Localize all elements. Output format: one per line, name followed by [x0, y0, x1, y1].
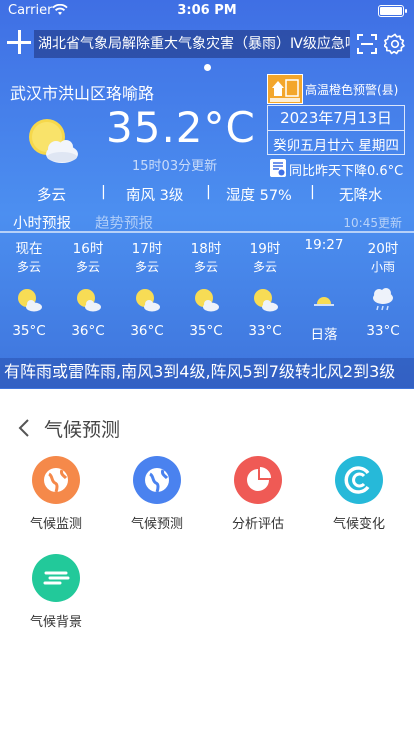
compare-yesterday: 同比昨天下降0.6°C [289, 164, 404, 179]
summary-wind: 南风 3级 [126, 188, 184, 204]
lunar-date: 癸卯五月廿六 星期四 [273, 138, 399, 154]
tab-trend[interactable]: 趋势预报 [95, 212, 153, 233]
hourly-temp: 35°C [189, 323, 223, 339]
hourly-time: 19时 [249, 241, 281, 257]
hourly-temp: 日落 [310, 327, 338, 343]
back-chevron-icon[interactable] [16, 419, 32, 437]
hourly-weather: 多云 [134, 260, 159, 274]
gear-icon[interactable] [384, 33, 406, 55]
weather-summary: 多云 | 南风 3级 | 湿度 57% | 无降水 [0, 184, 414, 204]
add-city-button[interactable] [7, 30, 33, 56]
hourly-weather: 多云 [16, 260, 41, 274]
date-box: 2023年7月13日 癸卯五月廿六 星期四 [267, 105, 405, 155]
panel-title: 气候预测 [44, 419, 121, 441]
hourly-item: 17时多云 36°C [119, 237, 175, 339]
solar-date: 2023年7月13日 [280, 109, 392, 127]
item-label: 气候监测 [29, 517, 82, 532]
divider: | [310, 184, 315, 200]
hourly-time: 17时 [131, 241, 163, 257]
climate-monitor-button[interactable]: 气候监测 [16, 456, 96, 532]
compare-doc-icon [270, 159, 286, 177]
forecast-update-time: 10:45更新 [343, 216, 402, 230]
current-temperature: 35.2°C [106, 103, 256, 152]
hourly-temp: 36°C [71, 323, 105, 339]
analysis-button[interactable]: 分析评估 [218, 456, 298, 532]
divider: | [206, 184, 211, 200]
hourly-weather: 多云 [252, 260, 277, 274]
sunset-icon [296, 285, 352, 323]
hourly-item: 20时小雨 33°C [355, 237, 411, 339]
forecast-ticker: 有阵雨或雷阵雨,南风3到4级,阵风5到7级转北风2到3级 [0, 358, 414, 388]
partly-cloudy-icon [119, 285, 175, 323]
hourly-weather: 多云 [75, 260, 100, 274]
summary-rain: 无降水 [339, 188, 383, 204]
hourly-temp: 33°C [248, 323, 282, 339]
partly-cloudy-sun-icon [29, 119, 78, 163]
hourly-item: 16时多云 36°C [60, 237, 116, 339]
summary-humidity: 湿度 57% [226, 188, 292, 204]
hourly-time: 20时 [367, 241, 399, 257]
summary-weather: 多云 [37, 188, 66, 204]
globe-icon [133, 456, 181, 504]
partly-cloudy-icon [237, 285, 293, 323]
item-label: 气候预测 [130, 517, 183, 532]
climate-change-button[interactable]: 气候变化 [319, 456, 399, 532]
hourly-temp: 36°C [130, 323, 164, 339]
hourly-temp: 35°C [12, 323, 46, 339]
tab-hourly[interactable]: 小时预报 [13, 212, 71, 233]
hourly-item: 现在多云 35°C [1, 237, 57, 339]
hourly-item: 19时多云 33°C [237, 237, 293, 339]
partly-cloudy-icon [60, 285, 116, 323]
divider [268, 130, 404, 131]
warning-text[interactable]: 高温橙色预警(县) [305, 81, 398, 98]
status-bar: Carrier 3:06 PM [0, 0, 414, 22]
hourly-time: 16时 [72, 241, 104, 257]
update-time: 15时03分更新 [132, 159, 218, 174]
item-label: 气候背景 [29, 615, 82, 630]
hourly-weather [296, 257, 352, 285]
hourly-weather: 多云 [193, 260, 218, 274]
tab-underline [0, 231, 414, 233]
partly-cloudy-icon [1, 285, 57, 323]
light-rain-icon [355, 285, 411, 323]
divider: | [101, 184, 106, 200]
alert-banner[interactable]: 湖北省气象局解除重大气象灾害（暴雨）Ⅳ级应急响应 [34, 30, 350, 58]
hourly-time: 18时 [190, 241, 222, 257]
wind-lines-icon [32, 554, 80, 602]
location-name[interactable]: 武汉市洪山区珞喻路 [10, 80, 154, 104]
hourly-weather: 小雨 [370, 260, 395, 274]
partly-cloudy-icon [178, 285, 234, 323]
item-label: 分析评估 [231, 517, 284, 532]
item-label: 气候变化 [332, 517, 385, 532]
battery-icon [378, 5, 407, 17]
hourly-item: 18时多云 35°C [178, 237, 234, 339]
hourly-time: 19:27 [304, 237, 344, 253]
pie-chart-icon [234, 456, 282, 504]
heat-warning-icon[interactable] [267, 74, 303, 104]
hourly-time: 现在 [15, 241, 43, 257]
climate-background-button[interactable]: 气候背景 [16, 554, 96, 630]
climate-forecast-button[interactable]: 气候预测 [117, 456, 197, 532]
scan-icon[interactable] [356, 33, 378, 55]
page-indicator-dot [204, 64, 211, 71]
globe-icon [32, 456, 80, 504]
climate-change-icon [335, 456, 383, 504]
hourly-temp: 33°C [366, 323, 400, 339]
hourly-item: 19:27 日落 [296, 237, 352, 343]
weather-header: Carrier 3:06 PM 湖北省气象局解除重大气象灾害（暴雨）Ⅳ级应急响应… [0, 0, 414, 389]
clock: 3:06 PM [177, 3, 237, 18]
